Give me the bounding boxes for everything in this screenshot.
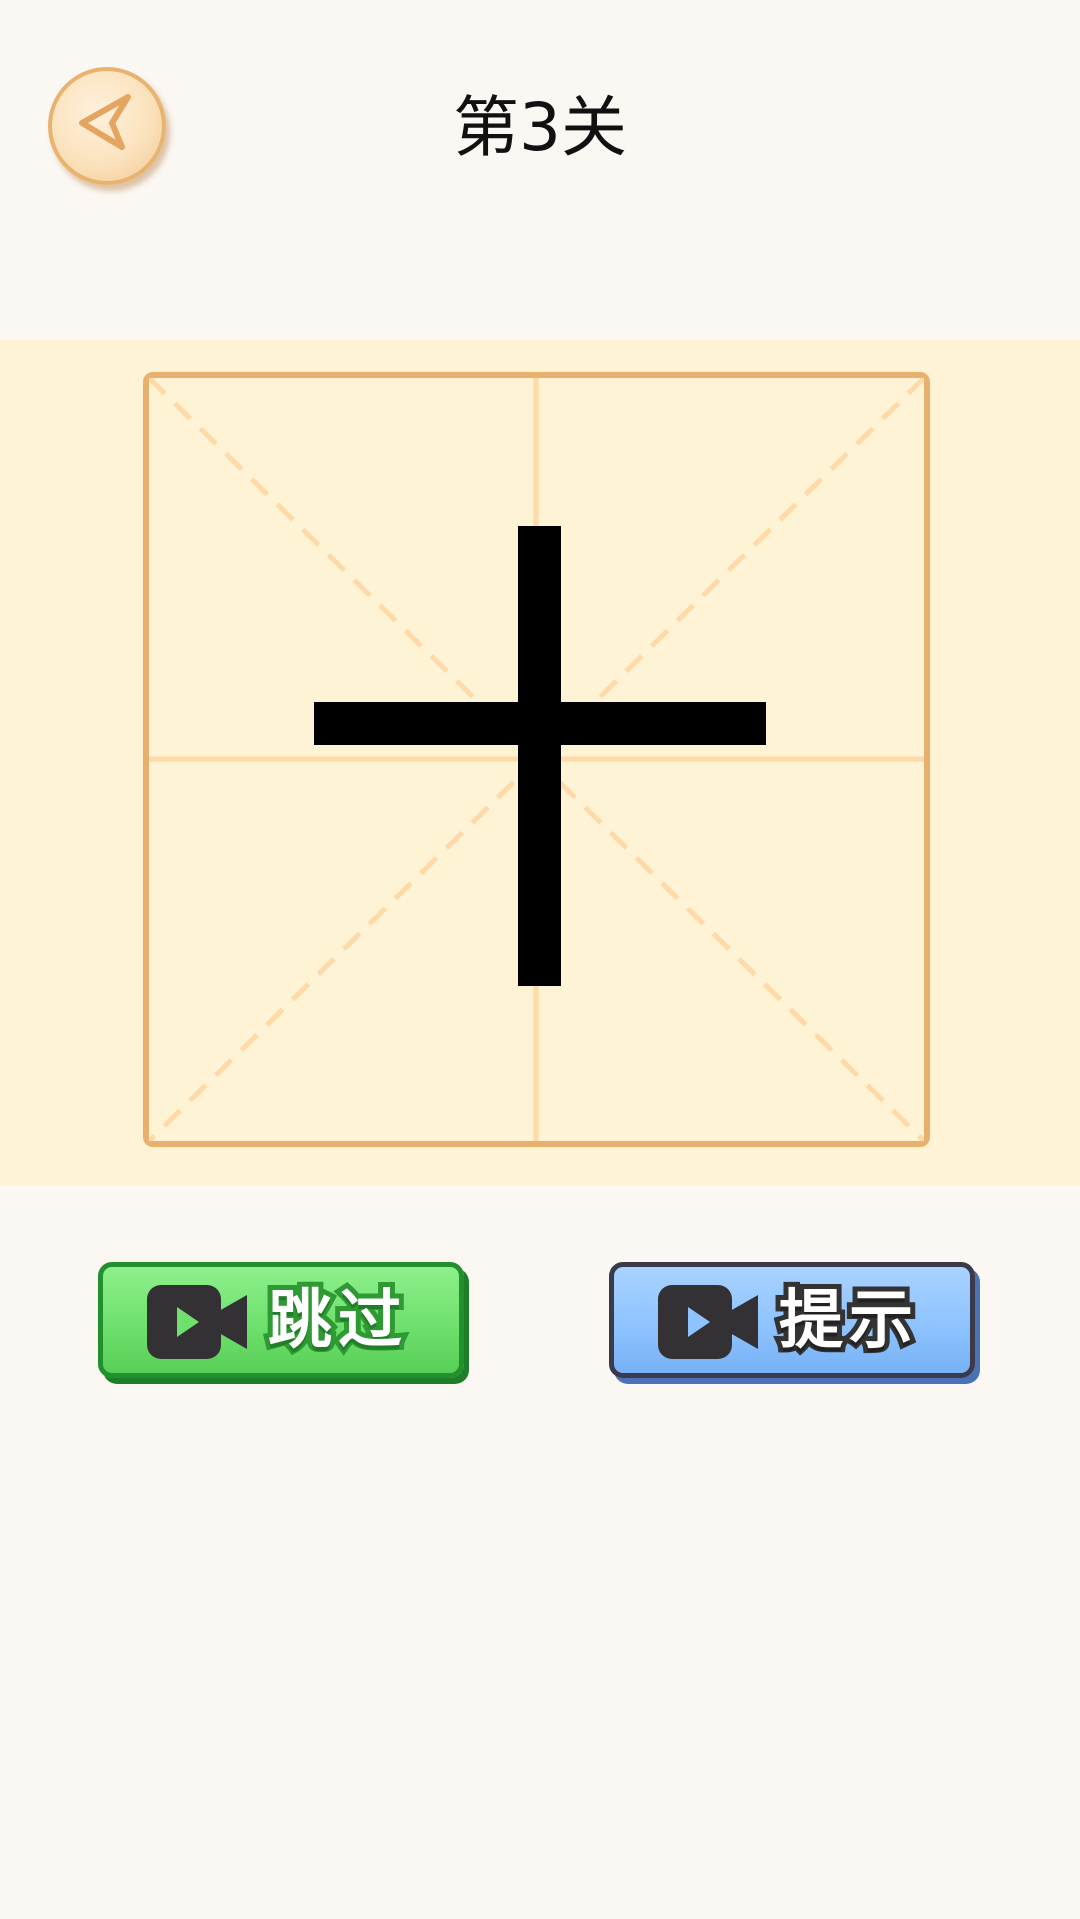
back-arrow-icon <box>79 94 131 150</box>
skip-label: 跳过 <box>263 1279 408 1363</box>
character-glyph <box>314 526 766 986</box>
stroke-vertical <box>518 526 561 986</box>
skip-button[interactable]: 跳过 <box>98 1262 464 1378</box>
hint-label: 提示 <box>774 1279 919 1363</box>
header-bar: 第3关 <box>0 0 1080 340</box>
back-button[interactable] <box>48 67 166 185</box>
hint-button[interactable]: 提示 <box>609 1262 975 1378</box>
video-camera-icon <box>658 1285 758 1359</box>
video-camera-icon <box>147 1285 247 1359</box>
level-title: 第3关 <box>453 89 627 166</box>
